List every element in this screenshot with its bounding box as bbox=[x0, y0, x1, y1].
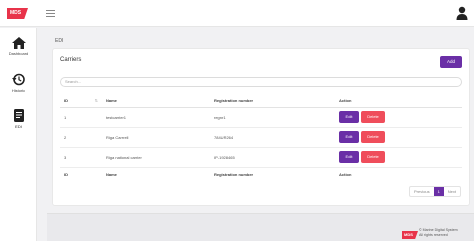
cell-name: testcarrier1 bbox=[102, 107, 210, 128]
column-header-action: Action bbox=[335, 95, 462, 108]
add-carrier-button[interactable]: Add bbox=[440, 56, 462, 68]
footer-header-action: Action bbox=[339, 171, 352, 177]
footer-header-id: ID bbox=[64, 171, 68, 177]
column-header-name[interactable]: Name bbox=[102, 95, 210, 108]
cell-registration: regnr1 bbox=[210, 107, 335, 128]
edit-button[interactable]: Edit bbox=[339, 151, 359, 163]
table-row: 1 testcarrier1 regnr1 Edit Delete bbox=[60, 107, 462, 128]
sidebar: Dashboard Historic EDI bbox=[0, 28, 37, 241]
sort-icon[interactable]: ⇅ bbox=[95, 98, 98, 103]
delete-button[interactable]: Delete bbox=[361, 111, 385, 123]
cell-id: 2 bbox=[60, 127, 102, 148]
cell-registration: IP-1928465 bbox=[210, 147, 335, 168]
cell-id: 3 bbox=[60, 147, 102, 168]
sidebar-item-label: Historic bbox=[11, 88, 26, 93]
table-row: 3 Riga national carrier IP-1928465 Edit D… bbox=[60, 147, 462, 168]
page-footer: MDS © Marine Digital System All rights r… bbox=[47, 213, 474, 241]
carriers-card: Carriers Add Search... ID ⇅ Name Registra… bbox=[52, 48, 470, 206]
history-icon bbox=[12, 73, 25, 86]
sidebar-item-edi[interactable]: EDI bbox=[0, 104, 37, 138]
table-row: 2 Riga Carrrell 784UR264 Edit Delete bbox=[60, 127, 462, 148]
pagination-page-current[interactable]: 1 bbox=[433, 187, 444, 196]
table-header-row: ID ⇅ Name Registration number Action bbox=[60, 95, 462, 108]
cell-registration: 784UR264 bbox=[210, 127, 335, 148]
carriers-table: ID ⇅ Name Registration number Action 1 te… bbox=[60, 95, 462, 181]
footer-line-2: All rights reserved bbox=[419, 233, 448, 237]
brand-logo[interactable]: MDS bbox=[7, 8, 28, 19]
breadcrumb[interactable]: EDI bbox=[55, 38, 63, 44]
cell-actions: Edit Delete bbox=[335, 127, 462, 148]
pagination: Previous 1 Next bbox=[409, 186, 462, 197]
delete-button[interactable]: Delete bbox=[361, 131, 385, 143]
column-header-id[interactable]: ID ⇅ bbox=[60, 95, 102, 108]
sidebar-item-historic[interactable]: Historic bbox=[0, 68, 37, 102]
sidebar-item-label: Dashboard bbox=[8, 51, 29, 56]
footer-header-name: Name bbox=[106, 171, 117, 177]
footer-header-registration: Registration number bbox=[214, 171, 254, 177]
sidebar-item-label: EDI bbox=[15, 124, 22, 129]
top-bar: MDS bbox=[0, 0, 474, 27]
delete-button[interactable]: Delete bbox=[361, 151, 385, 163]
footer-copyright: © Marine Digital System All rights reser… bbox=[419, 228, 458, 238]
edit-button[interactable]: Edit bbox=[339, 131, 359, 143]
user-account-icon[interactable] bbox=[456, 6, 468, 20]
pagination-next[interactable]: Next bbox=[444, 187, 460, 196]
column-header-registration[interactable]: Registration number bbox=[210, 95, 335, 108]
table-footer-row: ID Name Registration number Action bbox=[60, 167, 462, 181]
sidebar-item-dashboard[interactable]: Dashboard bbox=[0, 32, 37, 66]
home-icon bbox=[11, 37, 26, 49]
cell-actions: Edit Delete bbox=[335, 147, 462, 168]
search-input[interactable]: Search... bbox=[60, 77, 462, 87]
cell-name: Riga Carrrell bbox=[102, 127, 210, 148]
page-title: Carriers bbox=[60, 57, 82, 63]
footer-logo: MDS bbox=[402, 231, 418, 239]
cell-name: Riga national carrier bbox=[102, 147, 210, 168]
cell-actions: Edit Delete bbox=[335, 107, 462, 128]
edit-button[interactable]: Edit bbox=[339, 111, 359, 123]
menu-toggle-icon[interactable] bbox=[46, 10, 55, 17]
pagination-previous[interactable]: Previous bbox=[410, 187, 434, 196]
cell-id: 1 bbox=[60, 107, 102, 128]
document-icon bbox=[13, 109, 24, 122]
